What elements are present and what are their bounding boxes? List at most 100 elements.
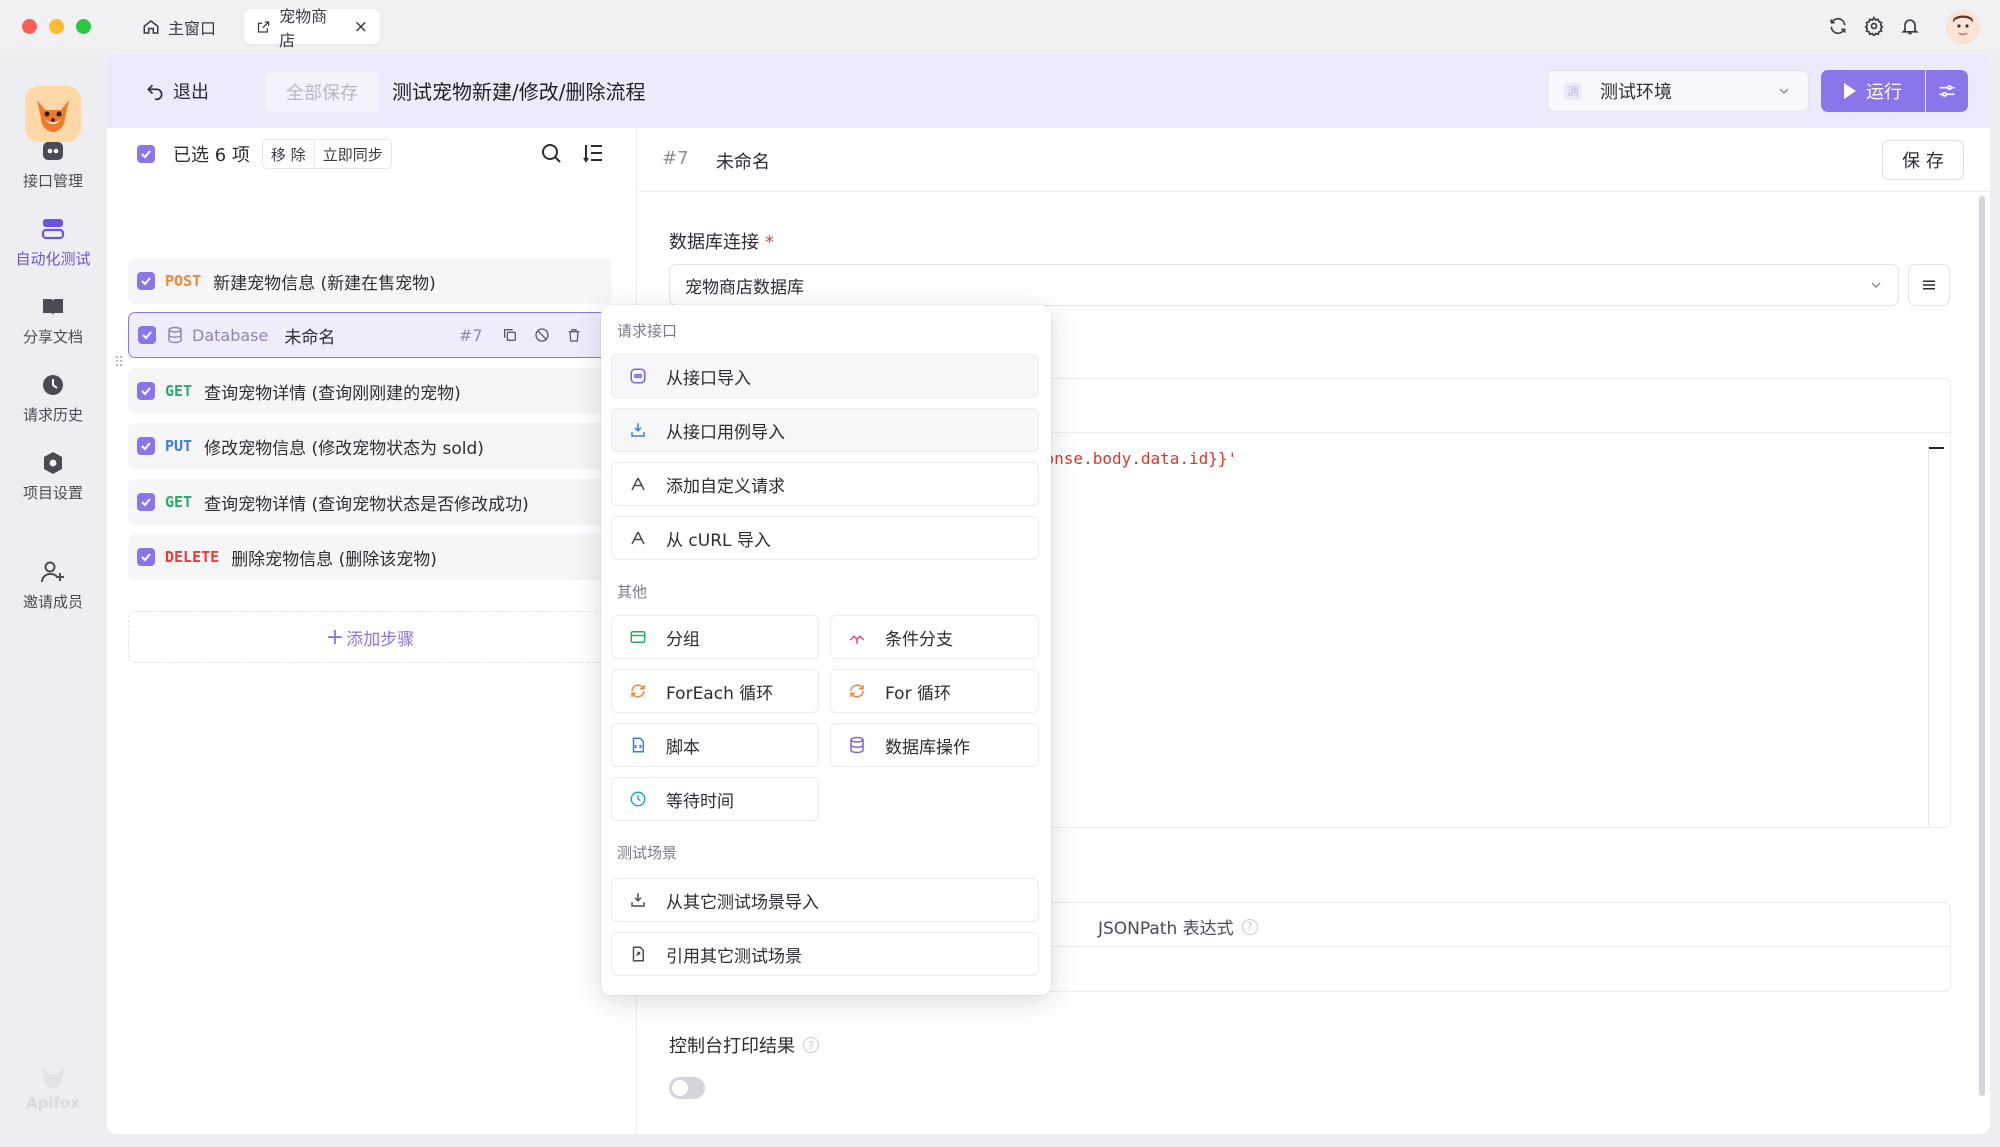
external-link-icon xyxy=(257,20,270,33)
bell-icon[interactable] xyxy=(1898,14,1922,38)
remove-button[interactable]: 移 除 xyxy=(261,139,315,169)
db-connection-select[interactable]: 宠物商店数据库 xyxy=(669,264,1899,306)
run-settings-button[interactable] xyxy=(1926,70,1968,112)
tab-pet-store[interactable]: 宠物商店 × xyxy=(244,7,380,50)
scrollbar[interactable] xyxy=(1979,196,1985,1096)
maximize-window-button[interactable] xyxy=(76,19,91,34)
menu-item-import-from-api[interactable]: 从接口导入 xyxy=(611,354,1039,398)
branch-icon xyxy=(847,627,867,647)
menu-item-import-from-case[interactable]: 从接口用例导入 xyxy=(611,408,1039,452)
refresh-icon[interactable] xyxy=(1826,14,1850,38)
menu-item-for-loop[interactable]: For 循环 xyxy=(830,669,1039,713)
help-icon[interactable]: ? xyxy=(803,1037,819,1053)
sidebar-item-invite-members[interactable]: 邀请成员 xyxy=(0,559,106,612)
step-item[interactable]: POST 新建宠物信息 (新建在售宠物) xyxy=(128,258,612,304)
run-button[interactable]: 运行 xyxy=(1821,70,1925,112)
menu-item-label: 从接口用例导入 xyxy=(666,422,785,443)
section-request-label: 请求接口 xyxy=(617,322,678,340)
help-icon[interactable]: ? xyxy=(1241,918,1258,935)
step-item[interactable]: GET 查询宠物详情 (查询刚刚建的宠物) xyxy=(128,368,612,414)
custom-request-icon xyxy=(628,474,648,494)
save-all-button[interactable]: 全部保存 xyxy=(265,72,379,112)
step-name: 查询宠物详情 (查询宠物状态是否修改成功) xyxy=(204,494,529,515)
tab-main-window[interactable]: 主窗口 xyxy=(130,9,228,44)
step-checkbox[interactable] xyxy=(137,382,155,400)
step-checkbox[interactable] xyxy=(137,548,155,566)
add-step-label: 添加步骤 xyxy=(346,629,415,650)
import-case-icon xyxy=(628,420,648,440)
menu-item-foreach-loop[interactable]: ForEach 循环 xyxy=(611,669,819,713)
avatar[interactable] xyxy=(1946,10,1980,44)
book-icon xyxy=(43,299,63,315)
step-checkbox[interactable] xyxy=(137,272,155,290)
automation-icon xyxy=(41,219,65,240)
close-window-button[interactable] xyxy=(22,19,37,34)
sidebar-item-label: 邀请成员 xyxy=(22,593,83,611)
sidebar-item-label: 分享文档 xyxy=(22,328,83,346)
db-menu-button[interactable] xyxy=(1908,264,1950,306)
sidebar-item-share-docs[interactable]: 分享文档 xyxy=(0,294,106,347)
copy-icon[interactable] xyxy=(501,326,519,344)
menu-item-script[interactable]: 脚本 xyxy=(611,723,819,767)
reference-icon xyxy=(628,944,648,964)
sidebar-item-automation-test[interactable]: 自动化测试 xyxy=(0,216,106,269)
http-method-badge: GET xyxy=(165,493,193,511)
trash-icon[interactable] xyxy=(565,326,583,344)
environment-badge: 测 xyxy=(1564,82,1582,100)
environment-select[interactable]: 测 测试环境 xyxy=(1547,70,1809,112)
disable-icon[interactable] xyxy=(533,326,551,344)
menu-item-label: 脚本 xyxy=(666,737,700,758)
save-button[interactable]: 保 存 xyxy=(1882,140,1964,180)
sidebar-item-request-history[interactable]: 请求历史 xyxy=(0,372,106,425)
step-item[interactable]: DELETE 删除宠物信息 (删除该宠物) xyxy=(128,534,612,580)
menu-item-import-from-curl[interactable]: 从 cURL 导入 xyxy=(611,516,1039,560)
step-number: #7 xyxy=(459,325,483,345)
exit-button[interactable]: 退出 xyxy=(145,74,209,108)
menu-item-label: 引用其它测试场景 xyxy=(666,946,802,967)
sidebar-item-label: 接口管理 xyxy=(22,172,83,190)
add-step-button[interactable]: + 添加步骤 xyxy=(128,611,612,663)
step-item[interactable]: GET 查询宠物详情 (查询宠物状态是否修改成功) xyxy=(128,479,612,525)
api-icon xyxy=(43,142,63,160)
menu-item-db-operation[interactable]: 数据库操作 xyxy=(830,723,1039,767)
api-icon xyxy=(628,366,648,386)
menu-item-group[interactable]: 分组 xyxy=(611,615,819,659)
page-title: 测试宠物新建/修改/删除流程 xyxy=(392,80,646,104)
select-all-checkbox[interactable] xyxy=(137,145,155,163)
gear-icon[interactable] xyxy=(1862,14,1886,38)
plus-icon: + xyxy=(325,624,345,650)
drag-handle-icon[interactable]: ⠿ xyxy=(114,355,124,371)
step-name: 新建宠物信息 (新建在售宠物) xyxy=(213,273,436,294)
step-checkbox[interactable] xyxy=(138,326,156,344)
step-checkbox[interactable] xyxy=(137,493,155,511)
menu-item-condition-branch[interactable]: 条件分支 xyxy=(830,615,1039,659)
minimize-window-button[interactable] xyxy=(49,19,64,34)
sidebar-item-label: 项目设置 xyxy=(22,484,83,502)
sidebar-item-api-management[interactable]: 接口管理 xyxy=(0,138,106,191)
menu-item-wait-time[interactable]: 等待时间 xyxy=(611,777,819,821)
menu-item-add-custom-request[interactable]: 添加自定义请求 xyxy=(611,462,1039,506)
menu-item-label: 添加自定义请求 xyxy=(666,476,785,497)
menu-item-label: 从其它测试场景导入 xyxy=(666,892,819,913)
project-logo[interactable] xyxy=(25,86,81,142)
sliders-icon xyxy=(1939,85,1955,97)
step-name-input[interactable]: 未命名 xyxy=(716,148,770,174)
title-bar: 主窗口 宠物商店 × xyxy=(0,0,2000,54)
list-sort-icon[interactable] xyxy=(581,141,605,165)
sidebar-item-project-settings[interactable]: 项目设置 xyxy=(0,450,106,503)
loop-icon xyxy=(847,681,867,701)
editor-ruler xyxy=(1928,447,1929,827)
search-icon[interactable] xyxy=(539,141,563,165)
menu-item-reference-scene[interactable]: 引用其它测试场景 xyxy=(611,932,1039,976)
database-badge: Database xyxy=(166,326,268,345)
database-icon xyxy=(847,735,867,755)
section-scene-label: 测试场景 xyxy=(617,844,678,862)
step-item-active[interactable]: Database 未命名 #7 xyxy=(128,312,612,358)
menu-item-label: ForEach 循环 xyxy=(666,683,774,704)
sync-now-button[interactable]: 立即同步 xyxy=(314,139,392,169)
step-checkbox[interactable] xyxy=(137,437,155,455)
step-item[interactable]: PUT 修改宠物信息 (修改宠物状态为 sold) xyxy=(128,423,612,469)
close-icon[interactable]: × xyxy=(354,17,368,37)
menu-item-import-from-scene[interactable]: 从其它测试场景导入 xyxy=(611,878,1039,922)
console-print-toggle[interactable] xyxy=(669,1077,705,1099)
